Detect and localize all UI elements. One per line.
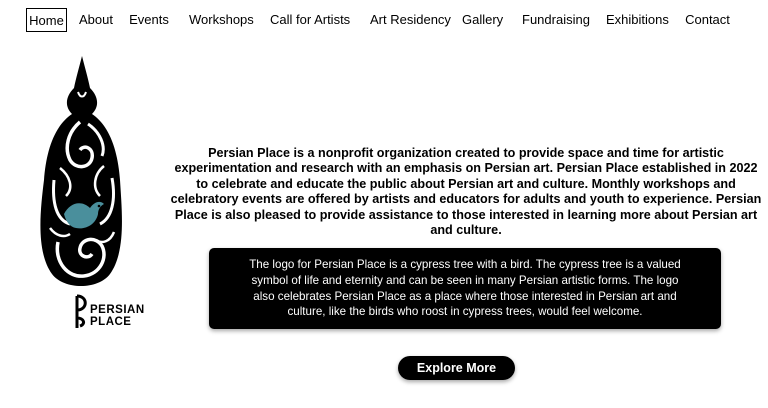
logo-description-box: The logo for Persian Place is a cypress … (209, 248, 721, 329)
main-nav: Home About Events Workshops Call for Art… (0, 0, 768, 40)
logo-wordmark-line2: PLACE (90, 316, 132, 328)
nav-contact[interactable]: Contact (685, 8, 730, 32)
logo-p-mark-icon (75, 294, 87, 328)
nav-home[interactable]: Home (26, 8, 67, 32)
nav-about[interactable]: About (79, 8, 113, 32)
nav-exhibitions[interactable]: Exhibitions (606, 8, 669, 32)
logo-wordmark-line1: PERSIAN (90, 304, 145, 316)
intro-paragraph: Persian Place is a nonprofit organizatio… (170, 145, 762, 238)
nav-gallery[interactable]: Gallery (462, 8, 503, 32)
nav-events[interactable]: Events (129, 8, 169, 32)
nav-art-residency[interactable]: Art Residency (370, 8, 451, 32)
logo-wordmark: PERSIAN PLACE (74, 290, 154, 330)
nav-workshops[interactable]: Workshops (189, 8, 254, 32)
nav-fundraising[interactable]: Fundraising (522, 8, 590, 32)
explore-more-button[interactable]: Explore More (398, 356, 515, 380)
persian-place-logo[interactable]: PERSIAN PLACE (30, 52, 160, 332)
logo-description-text: The logo for Persian Place is a cypress … (249, 258, 681, 319)
nav-call-for-artists[interactable]: Call for Artists (270, 8, 350, 32)
